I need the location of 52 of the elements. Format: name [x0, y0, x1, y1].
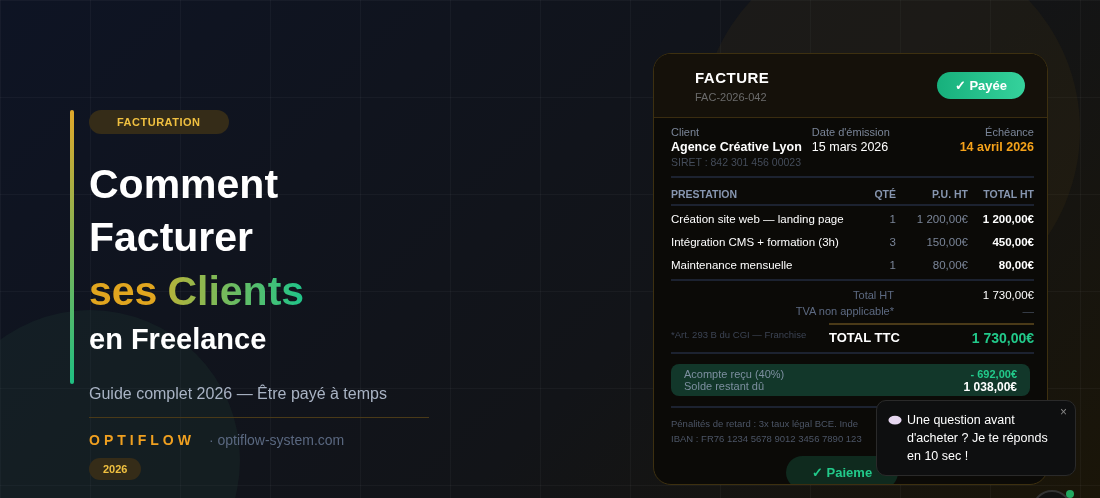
table-cell-text: 150,00€: [925, 236, 968, 248]
footnote: *Art. 293 B du CGI — Franchise: [671, 329, 807, 340]
siret-text: SIRET : 842 301 456 00023: [671, 156, 802, 168]
subtotal-value: 1 730,00€: [981, 289, 1034, 301]
due-date: 14 avril 2026: [959, 140, 1034, 154]
headline-text: Facturer: [89, 214, 254, 260]
table-cell-text: 3: [888, 236, 896, 248]
status-badge: ✓ Payée: [936, 72, 1025, 99]
client-label: Client: [671, 126, 701, 138]
vat-value: —: [1021, 305, 1034, 317]
online-dot-icon: [1066, 490, 1074, 498]
invoice-title: FACTURE: [695, 68, 770, 86]
year-badge: 2026: [89, 458, 142, 480]
table-cell-text: Maintenance mensuelle: [671, 259, 794, 271]
total-value: 1 730,00€: [971, 330, 1034, 346]
deposit-value: - 692,00€: [970, 368, 1017, 380]
table-cell-text: 1 200,00€: [981, 213, 1034, 225]
headline-text: en Freelance: [89, 323, 267, 355]
table-cell-text: 80,00€: [931, 259, 968, 271]
column-header: TOTAL HT: [982, 188, 1034, 200]
close-button[interactable]: ×: [1060, 405, 1067, 419]
subtitle: Guide complet 2026 — Être payé à temps: [89, 385, 387, 403]
footer-text: IBAN : FR76 1234 5678 9012 3456 7890 123: [671, 432, 862, 446]
table-cell-text: 450,00€: [991, 236, 1034, 248]
headline-text: Comment: [89, 161, 279, 207]
table-cell-text: 80,00€: [997, 259, 1034, 271]
headline-text: ses: [89, 268, 158, 314]
website-link[interactable]: · optiflow-system.com: [208, 432, 345, 448]
invoice-number: FAC-2026-042: [695, 90, 768, 103]
subtotal-label: Total HT: [852, 289, 894, 301]
chat-message: Une question avant d'acheter ? Je te réponds en 10 sec !: [907, 412, 1049, 465]
issue-date: 15 mars 2026: [811, 140, 890, 154]
column-header: PRESTATION: [671, 188, 739, 200]
balance-label: Solde restant dû: [684, 380, 765, 394]
vat-label: TVA non applicable*: [794, 305, 894, 317]
issue-date-label: Date d'émission: [811, 126, 890, 138]
client-name: Agence Créative Lyon: [671, 140, 802, 154]
total-label: TOTAL TTC: [829, 330, 900, 346]
table-cell-text: Intégration CMS + formation (3h): [671, 236, 840, 248]
category-badge: FACTURATION: [89, 110, 229, 134]
table-cell-text: 1: [888, 213, 896, 225]
balance-value: 1 038,00€: [963, 380, 1017, 394]
brand-name: OPTIFLOW: [89, 432, 195, 448]
column-header: QTÉ: [873, 188, 896, 200]
table-cell-text: 1: [888, 259, 896, 271]
deposit-label: Acompte reçu (40%): [684, 368, 785, 380]
footer-text: Pénalités de retard : 3x taux légal BCE. Inde: [671, 417, 858, 431]
speech-bubble-icon: [888, 415, 902, 426]
column-header: P.U. HT: [931, 188, 968, 200]
table-cell-text: Création site web — landing page: [671, 213, 845, 225]
table-cell-text: 1 200,00€: [915, 213, 968, 225]
due-date-label: Échéance: [985, 126, 1034, 138]
